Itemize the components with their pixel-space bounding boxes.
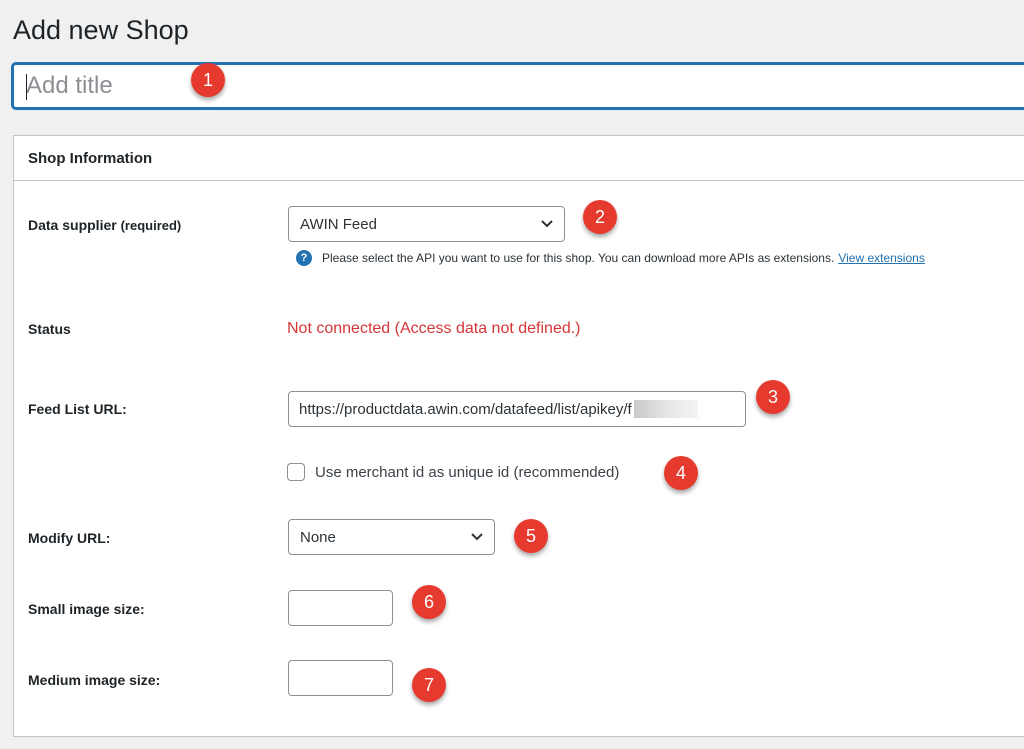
view-extensions-link[interactable]: View extensions bbox=[838, 251, 925, 265]
status-value: Not connected (Access data not defined.) bbox=[287, 320, 581, 337]
data-supplier-help: ? Please select the API you want to use … bbox=[296, 250, 925, 266]
title-input[interactable] bbox=[12, 63, 1024, 109]
feed-list-url-label: Feed List URL: bbox=[28, 401, 127, 417]
annotation-badge-6: 6 bbox=[412, 585, 446, 619]
redacted-text bbox=[633, 400, 698, 418]
panel-title: Shop Information bbox=[14, 136, 1024, 181]
merchant-id-option[interactable]: Use merchant id as unique id (recommende… bbox=[287, 463, 619, 481]
medium-image-size-label: Medium image size: bbox=[28, 672, 161, 688]
small-image-size-label: Small image size: bbox=[28, 601, 145, 617]
text-caret bbox=[26, 74, 27, 100]
modify-url-value: None bbox=[300, 528, 336, 546]
chevron-down-icon bbox=[471, 533, 483, 541]
merchant-id-checkbox[interactable] bbox=[287, 463, 305, 481]
data-supplier-label: Data supplier (required) bbox=[28, 217, 182, 233]
medium-image-size-input[interactable] bbox=[288, 660, 393, 696]
feed-list-url-input[interactable]: https://productdata.awin.com/datafeed/li… bbox=[288, 391, 746, 427]
annotation-badge-4: 4 bbox=[664, 456, 698, 490]
modify-url-label: Modify URL: bbox=[28, 530, 111, 546]
required-label: (required) bbox=[120, 218, 182, 233]
annotation-badge-7: 7 bbox=[412, 668, 446, 702]
annotation-badge-3: 3 bbox=[756, 380, 790, 414]
chevron-down-icon bbox=[541, 220, 553, 228]
modify-url-select[interactable]: None bbox=[288, 519, 495, 555]
status-label: Status bbox=[28, 321, 71, 337]
small-image-size-input[interactable] bbox=[288, 590, 393, 626]
merchant-id-label: Use merchant id as unique id (recommende… bbox=[315, 463, 620, 481]
page-title: Add new Shop bbox=[13, 15, 189, 45]
annotation-badge-1: 1 bbox=[191, 63, 225, 97]
feed-list-url-value: https://productdata.awin.com/datafeed/li… bbox=[299, 400, 632, 418]
annotation-badge-5: 5 bbox=[514, 519, 548, 553]
annotation-badge-2: 2 bbox=[583, 200, 617, 234]
data-supplier-value: AWIN Feed bbox=[300, 215, 377, 233]
question-circle-icon: ? bbox=[296, 250, 312, 266]
data-supplier-select[interactable]: AWIN Feed bbox=[288, 206, 565, 242]
